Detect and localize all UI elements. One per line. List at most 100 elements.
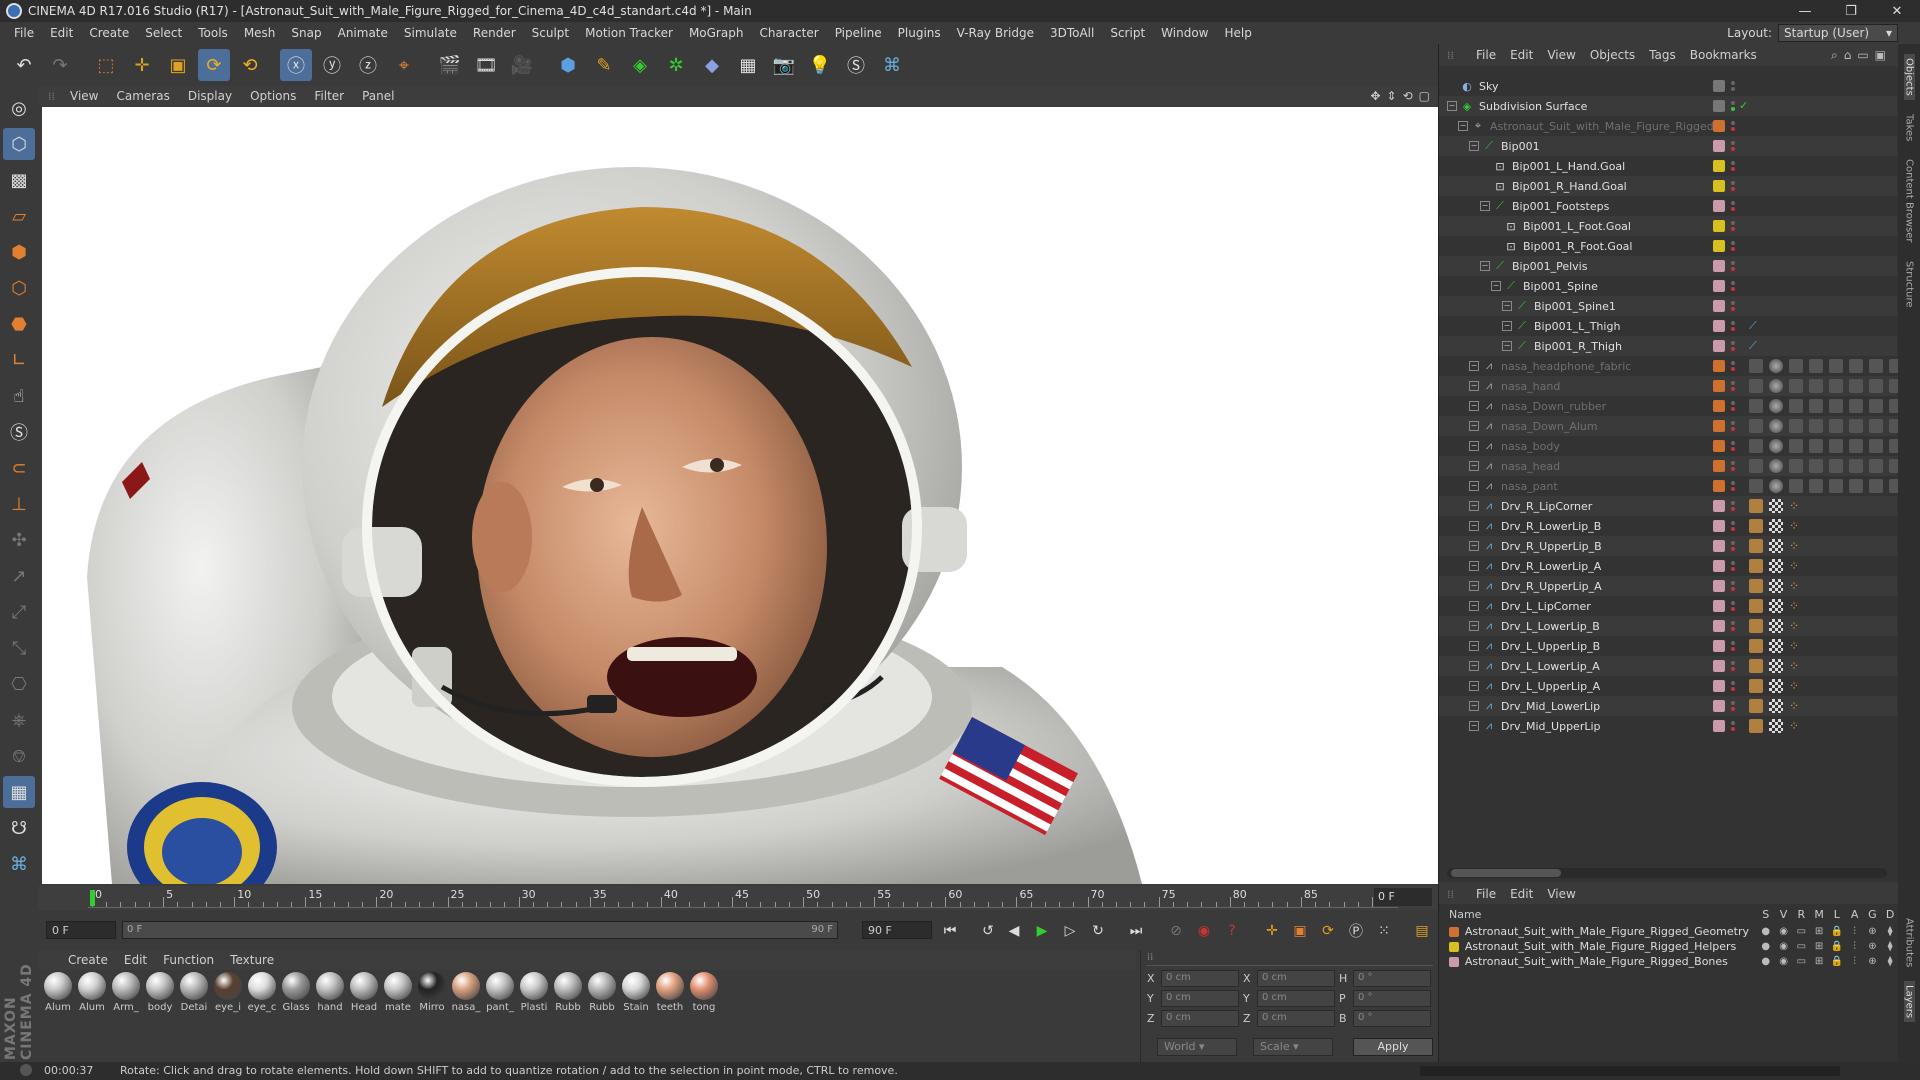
texture-tag-icon[interactable] [1789, 439, 1803, 453]
texture-tag-icon[interactable] [1789, 359, 1803, 373]
visibility-dots-icon[interactable] [1731, 400, 1736, 412]
menu-window[interactable]: Window [1153, 26, 1216, 40]
material-item[interactable]: Alum [76, 972, 108, 1068]
expand-toggle-icon[interactable]: − [1469, 141, 1479, 151]
manager-icon[interactable]: ⊞ [1810, 926, 1828, 937]
object-row[interactable]: − ⟋ Bip001_Pelvis [1439, 256, 1897, 276]
expand-toggle-icon[interactable]: − [1469, 721, 1479, 731]
texture-tag-icon[interactable] [1789, 399, 1803, 413]
checker-tag-icon[interactable] [1769, 699, 1783, 713]
toggle-view-icon[interactable]: ▢ [1419, 89, 1430, 103]
layer-color-swatch[interactable] [1713, 460, 1725, 472]
material-item[interactable]: Rubb [552, 972, 584, 1068]
manager-icon[interactable]: ⊞ [1810, 956, 1828, 967]
expand-toggle-icon[interactable]: − [1469, 481, 1479, 491]
layer-color-swatch[interactable] [1713, 660, 1725, 672]
visibility-dots-icon[interactable] [1731, 100, 1736, 112]
material-item[interactable]: eye_c [246, 972, 278, 1068]
material-item[interactable]: nasa_ [450, 972, 482, 1068]
object-menu-bookmarks[interactable]: Bookmarks [1683, 48, 1764, 62]
material-item[interactable]: Detai [178, 972, 210, 1068]
weight-tag-icon[interactable] [1749, 659, 1763, 673]
layer-color-swatch[interactable] [1713, 420, 1725, 432]
object-row[interactable]: − ⩘ Drv_R_LowerLip_A ⁘ [1439, 556, 1897, 576]
menu-help[interactable]: Help [1216, 26, 1259, 40]
texture-tag-icon[interactable] [1849, 419, 1863, 433]
object-row[interactable]: − ⌖ Astronaut_Suit_with_Male_Figure_Rigged [1439, 116, 1897, 136]
lock-icon[interactable]: 🔒 [1828, 956, 1846, 967]
coordinate-system-icon[interactable]: ⌖ [388, 49, 420, 81]
layer-header-col[interactable]: S [1757, 908, 1775, 921]
make-editable-icon[interactable]: ◎ [3, 92, 35, 124]
texture-tag-icon[interactable] [1809, 359, 1823, 373]
visibility-dots-icon[interactable] [1731, 380, 1736, 392]
side-tab-content-browser[interactable]: Content Browser [1904, 155, 1915, 246]
texture-tag-icon[interactable] [1829, 479, 1843, 493]
visibility-dots-icon[interactable] [1731, 640, 1736, 652]
object-row[interactable]: − ⩘ Drv_R_LipCorner ⁘ [1439, 496, 1897, 516]
checker-tag-icon[interactable] [1769, 639, 1783, 653]
object-row[interactable]: − ⩘ Drv_R_UpperLip_B ⁘ [1439, 536, 1897, 556]
timeline-current-frame[interactable]: 0 F [1374, 888, 1432, 906]
side-tab-layers[interactable]: Layers [1903, 980, 1915, 1022]
coordinate-field-c[interactable]: 0 ° [1353, 1010, 1431, 1027]
coordinate-space-select[interactable]: World ▾ [1157, 1038, 1237, 1056]
constraint-tag-icon[interactable]: ⁘ [1789, 559, 1803, 573]
z-axis-icon[interactable]: ⓩ [352, 49, 384, 81]
weight-tag-icon[interactable] [1749, 699, 1763, 713]
layer-color-swatch[interactable] [1713, 480, 1725, 492]
expand-toggle-icon[interactable]: − [1491, 281, 1501, 291]
material-item[interactable]: eye_i [212, 972, 244, 1068]
checker-tag-icon[interactable] [1769, 679, 1783, 693]
autokey-icon[interactable]: ◉ [1192, 920, 1216, 942]
weight-tag-icon[interactable] [1749, 639, 1763, 653]
material-item[interactable]: tong [688, 972, 720, 1068]
texture-tag-icon[interactable] [1869, 479, 1883, 493]
menu-snap[interactable]: Snap [283, 26, 329, 40]
expand-toggle-icon[interactable]: − [1469, 541, 1479, 551]
expand-toggle-icon[interactable]: − [1469, 361, 1479, 371]
layer-color-swatch[interactable] [1713, 180, 1725, 192]
keyframe-selection-icon[interactable]: ? [1220, 920, 1244, 942]
render-view-icon[interactable]: 🎬 [434, 49, 466, 81]
menu-mesh[interactable]: Mesh [236, 26, 284, 40]
texture-tag-icon[interactable] [1849, 359, 1863, 373]
polygons-mode-icon[interactable]: ⬣ [3, 308, 35, 340]
menu-script[interactable]: Script [1102, 26, 1153, 40]
texture-tag-icon[interactable] [1829, 459, 1843, 473]
solo-icon[interactable]: ● [1757, 956, 1775, 967]
checker-icon[interactable]: ▦ [3, 776, 35, 808]
recent-tool-icon[interactable]: ⟲ [234, 49, 266, 81]
visibility-dots-icon[interactable] [1731, 320, 1736, 332]
pla-key-icon[interactable]: ⁙ [1372, 920, 1396, 942]
layer-color-swatch[interactable] [1449, 926, 1459, 937]
coordinate-field-c[interactable]: 0 ° [1353, 990, 1431, 1007]
expand-toggle-icon[interactable]: − [1502, 341, 1512, 351]
expand-toggle-icon[interactable]: − [1480, 261, 1490, 271]
go-to-end-icon[interactable]: ⏭ [1124, 920, 1148, 942]
visibility-dots-icon[interactable] [1731, 660, 1736, 672]
texture-tag-icon[interactable] [1749, 379, 1763, 393]
object-row[interactable]: − ◈ Subdivision Surface ✓ [1439, 96, 1897, 116]
layer-color-swatch[interactable] [1713, 720, 1725, 732]
constraint-tag-icon[interactable]: ⁘ [1789, 599, 1803, 613]
object-row[interactable]: − ⟋ Bip001_Spine1 [1439, 296, 1897, 316]
render-icon[interactable]: ▭ [1792, 941, 1810, 952]
subdivision-icon[interactable]: ◈ [624, 49, 656, 81]
layer-color-swatch[interactable] [1713, 320, 1725, 332]
menu-simulate[interactable]: Simulate [396, 26, 465, 40]
timeline-playhead[interactable] [90, 890, 95, 906]
menu-mograph[interactable]: MoGraph [681, 26, 752, 40]
texture-tag-icon[interactable] [1829, 439, 1843, 453]
expand-toggle-icon[interactable]: − [1469, 701, 1479, 711]
x-axis-icon[interactable]: ⓧ [280, 49, 312, 81]
eye-icon[interactable]: ◉ [1775, 941, 1793, 952]
texture-tag-icon[interactable] [1809, 479, 1823, 493]
coordinate-field-b[interactable]: 0 cm [1257, 1010, 1335, 1027]
python-icon[interactable]: ⌘ [876, 49, 908, 81]
object-row[interactable]: − ⩘ nasa_Down_Alum [1439, 416, 1903, 436]
viewport-menu-cameras[interactable]: Cameras [107, 89, 178, 103]
constraint-tag-icon[interactable]: ⁘ [1789, 699, 1803, 713]
menu-edit[interactable]: Edit [42, 26, 81, 40]
material-item[interactable]: hand [314, 972, 346, 1068]
